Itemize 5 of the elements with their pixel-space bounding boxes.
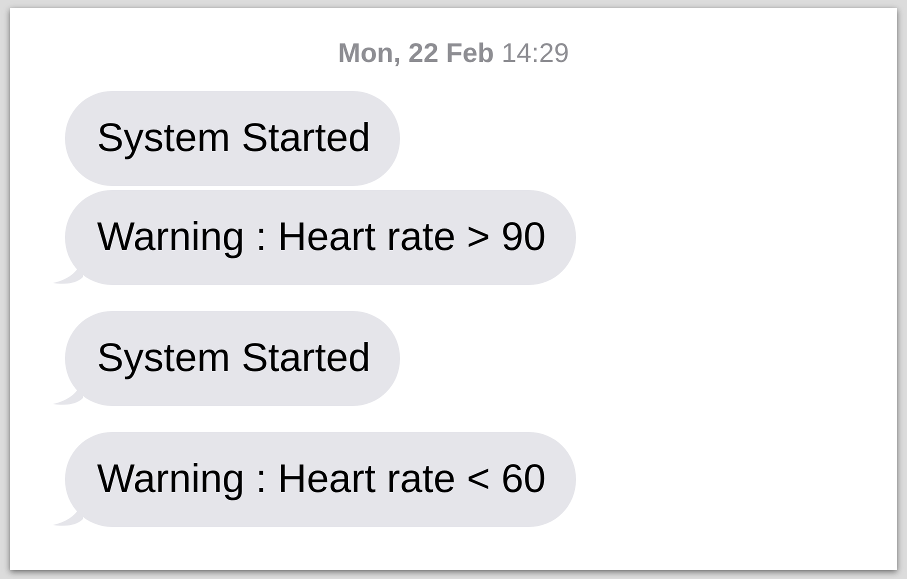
- message-bubble: System Started: [65, 91, 400, 186]
- message-bubble: Warning : Heart rate < 60: [65, 432, 576, 527]
- message-bubble: Warning : Heart rate > 90: [65, 190, 576, 285]
- timestamp: Mon, 22 Feb 14:29: [336, 38, 570, 69]
- message-bubble: System Started: [65, 311, 400, 406]
